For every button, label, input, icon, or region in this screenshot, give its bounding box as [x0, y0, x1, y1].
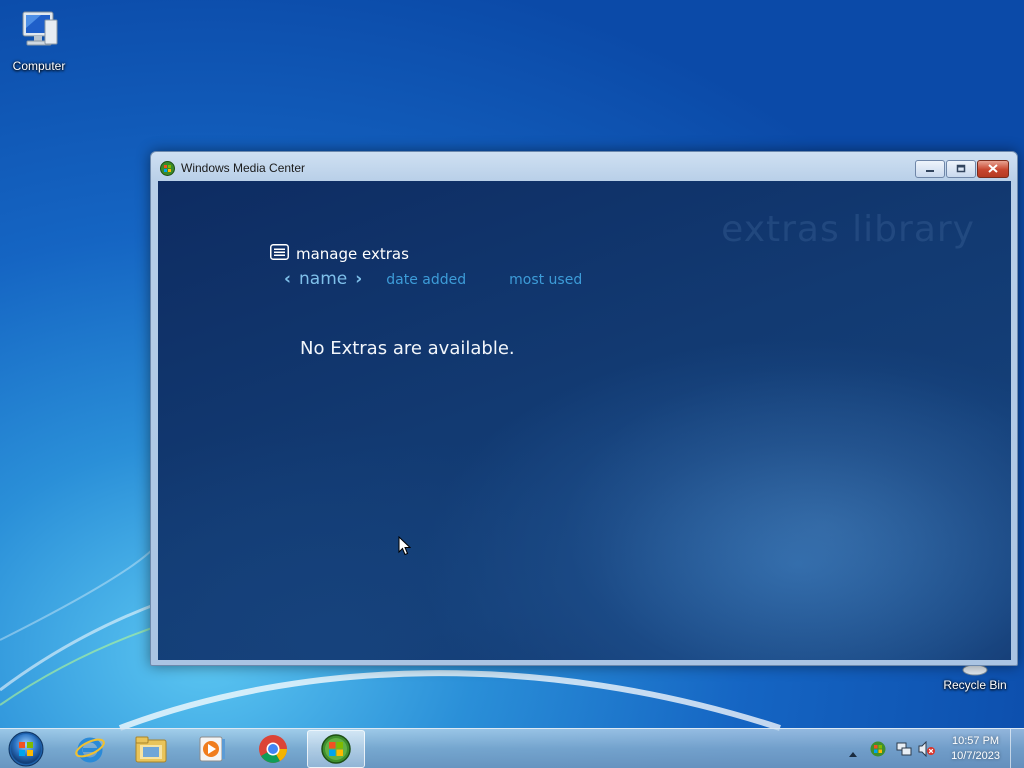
- sort-option-date-added[interactable]: date added: [386, 272, 466, 288]
- window-title: Windows Media Center: [181, 161, 306, 175]
- volume-muted-icon[interactable]: [918, 740, 936, 761]
- clock-time: 10:57 PM: [951, 735, 1000, 747]
- internet-explorer-icon: [75, 737, 105, 763]
- empty-message: No Extras are available.: [300, 338, 515, 359]
- show-hidden-icons-arrow[interactable]: [848, 743, 858, 762]
- sort-option-active[interactable]: name: [299, 269, 347, 289]
- desktop-icon-recycle-bin[interactable]: Recycle Bin: [937, 662, 1013, 692]
- start-button[interactable]: [6, 730, 46, 768]
- taskbar: 10:57 PM 10/7/2023: [0, 728, 1024, 768]
- chevron-left-icon[interactable]: ‹: [284, 269, 291, 289]
- mouse-pointer-icon: [398, 535, 412, 560]
- taskbar-google-chrome[interactable]: [244, 730, 302, 768]
- computer-icon: [1, 8, 77, 57]
- section-header: manage extras: [270, 244, 409, 264]
- windows-media-center-tray-icon[interactable]: [870, 741, 886, 761]
- menu-list-icon[interactable]: [270, 244, 289, 264]
- chevron-right-icon[interactable]: ›: [355, 269, 362, 289]
- system-tray: 10:57 PM 10/7/2023: [824, 729, 1024, 768]
- chrome-icon: [259, 735, 287, 763]
- close-button[interactable]: [977, 160, 1009, 178]
- restore-icon: [956, 163, 966, 176]
- windows-explorer-icon: [135, 736, 167, 763]
- taskbar-clock[interactable]: 10:57 PM 10/7/2023: [951, 734, 1000, 764]
- taskbar-windows-media-center[interactable]: [307, 730, 365, 768]
- close-icon: [988, 163, 998, 176]
- windows-media-center-icon: [160, 161, 175, 180]
- minimize-icon: [925, 163, 935, 176]
- media-center-content: extras library manage extras ‹ name › da…: [158, 181, 1011, 660]
- show-desktop-button[interactable]: [1010, 729, 1024, 768]
- taskbar-windows-media-player[interactable]: [183, 730, 241, 768]
- windows-media-player-icon: [199, 736, 225, 762]
- clock-date: 10/7/2023: [951, 750, 1000, 762]
- network-icon[interactable]: [896, 741, 912, 761]
- section-header-label: manage extras: [296, 245, 409, 263]
- desktop-icon-label: Computer: [12, 59, 66, 73]
- windows-media-center-icon: [321, 734, 351, 764]
- taskbar-windows-explorer[interactable]: [122, 730, 180, 768]
- taskbar-internet-explorer[interactable]: [61, 730, 119, 768]
- media-center-window: Windows Media Center extras library mana…: [150, 151, 1018, 666]
- window-titlebar[interactable]: Windows Media Center: [151, 152, 1017, 182]
- desktop-icon-computer[interactable]: Computer: [1, 8, 77, 73]
- background-title: extras library: [721, 209, 975, 250]
- maximize-button[interactable]: [946, 160, 976, 178]
- start-orb-icon: [8, 731, 44, 767]
- minimize-button[interactable]: [915, 160, 945, 178]
- desktop-icon-label: Recycle Bin: [943, 678, 1007, 692]
- sort-bar: ‹ name › date added most used: [284, 269, 582, 289]
- sort-option-most-used[interactable]: most used: [509, 272, 582, 288]
